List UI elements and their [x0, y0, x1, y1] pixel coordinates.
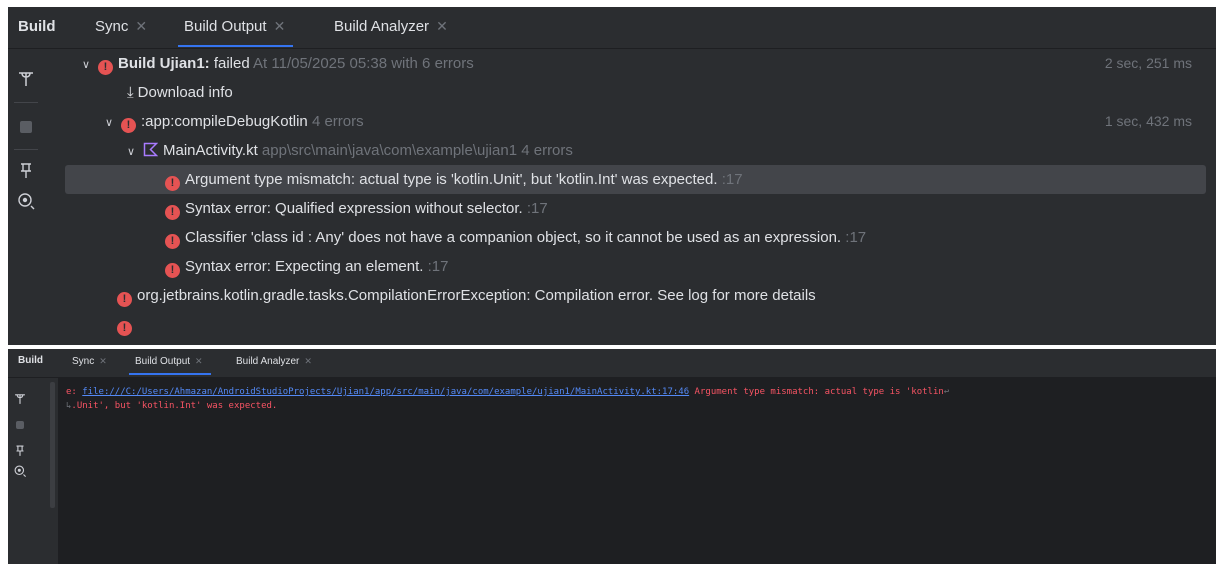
tab-sync[interactable]: Sync ✕	[72, 356, 107, 367]
tree-row-download-info[interactable]: ⤓ Download info	[65, 78, 1216, 107]
tree-row-file[interactable]: ∨ MainActivity.kt app\src\main\java\com\e…	[65, 136, 1216, 165]
tool-window-title: Build	[18, 355, 43, 366]
tree-row-task[interactable]: ∨! :app:compileDebugKotlin 4 errors 1 sec…	[65, 107, 1216, 136]
stop-icon[interactable]	[16, 117, 36, 137]
chevron-down-icon[interactable]: ∨	[82, 51, 98, 80]
tab-bar: Build Sync ✕ Build Output ✕ Build Analyzer…	[8, 7, 1216, 49]
side-toolbar	[8, 49, 48, 345]
tab-sync[interactable]: Sync ✕	[95, 18, 147, 35]
build-tool-window-console: Build Sync ✕ Build Output ✕ Build Analyzer…	[8, 349, 1216, 564]
error-message: Argument type mismatch: actual type is '…	[185, 171, 718, 188]
tree-row-exception[interactable]: ! org.jetbrains.kotlin.gradle.tasks.Compi…	[65, 281, 1216, 310]
tool-window-title: Build	[18, 18, 56, 35]
close-icon[interactable]: ✕	[135, 18, 147, 34]
error-icon: !	[121, 118, 136, 133]
error-icon: !	[165, 234, 180, 249]
tab-label: Build Analyzer	[334, 18, 430, 35]
error-icon: !	[98, 60, 113, 75]
error-icon: !	[165, 263, 180, 278]
tab-build-analyzer[interactable]: Build Analyzer ✕	[236, 356, 312, 367]
error-line: :17	[427, 258, 449, 275]
log-prefix: e:	[66, 387, 83, 397]
error-message: Syntax error: Expecting an element.	[185, 258, 424, 275]
hammer-toggle-icon[interactable]	[16, 69, 36, 89]
error-icon: !	[117, 321, 132, 336]
chevron-down-icon[interactable]: ∨	[127, 138, 143, 167]
build-tool-window-expanded: Build Sync ✕ Build Output ✕ Build Analyzer…	[8, 7, 1216, 345]
separator	[14, 102, 38, 103]
exception-message: org.jetbrains.kotlin.gradle.tasks.Compil…	[137, 287, 816, 304]
close-icon[interactable]: ✕	[99, 356, 107, 366]
console-output: e: file:///C:/Users/Ahmazan/AndroidStudi…	[58, 378, 1216, 564]
build-status: failed	[213, 55, 250, 72]
error-icon: !	[165, 176, 180, 191]
tree-row-error[interactable]: ! Syntax error: Qualified expression with…	[65, 194, 1216, 223]
tab-build-analyzer[interactable]: Build Analyzer ✕	[334, 18, 448, 35]
soft-wrap-icon: ↩	[943, 387, 950, 397]
eye-icon[interactable]	[16, 191, 36, 211]
kotlin-file-icon	[143, 142, 158, 157]
file-link[interactable]: file:///C:/Users/Ahmazan/AndroidStudioPr…	[82, 387, 689, 397]
stop-icon[interactable]	[13, 418, 27, 432]
chevron-down-icon[interactable]: ∨	[105, 109, 121, 138]
separator	[14, 149, 38, 150]
file-name: MainActivity.kt	[163, 142, 258, 159]
tab-label: Build Analyzer	[236, 356, 300, 367]
task-time: 1 sec, 432 ms	[1104, 113, 1192, 129]
tab-label: Sync	[95, 18, 129, 35]
error-line: :17	[721, 171, 743, 188]
close-icon[interactable]: ✕	[304, 356, 312, 366]
tree-row-error[interactable]: ! Classifier 'class id : Any' does not ha…	[65, 223, 1216, 252]
error-line: :17	[845, 229, 867, 246]
side-toolbar	[8, 378, 56, 564]
tab-label: Build Output	[135, 356, 191, 367]
scrollbar[interactable]	[50, 382, 55, 508]
eye-icon[interactable]	[13, 464, 27, 478]
log-message-continued: .Unit', but 'kotlin.Int' was expected.	[71, 401, 278, 411]
error-message: Syntax error: Qualified expression witho…	[185, 200, 523, 217]
tree-row-error[interactable]: ! Argument type mismatch: actual type is …	[65, 165, 1206, 194]
task-errors: 4 errors	[311, 113, 364, 130]
log-text: e: file:///C:/Users/Ahmazan/AndroidStudi…	[66, 385, 1207, 413]
task-name: :app:compileDebugKotlin	[141, 113, 308, 130]
file-path: app\src\main\java\com\example\ujian1	[261, 142, 518, 159]
error-message: Classifier 'class id : Any' does not hav…	[185, 229, 842, 246]
pin-icon[interactable]	[13, 444, 27, 458]
tree-row-error[interactable]: ! Syntax error: Expecting an element. :17	[65, 252, 1216, 281]
download-icon: ⤓	[127, 84, 134, 101]
close-icon[interactable]: ✕	[195, 356, 203, 366]
close-icon[interactable]: ✕	[436, 18, 448, 34]
log-message: Argument type mismatch: actual type is '…	[689, 387, 944, 397]
hammer-toggle-icon[interactable]	[13, 392, 27, 406]
tab-build-output[interactable]: Build Output ✕	[177, 18, 294, 47]
download-info-label: Download info	[137, 84, 233, 101]
file-errors: 4 errors	[521, 142, 573, 159]
build-meta: At 11/05/2025 05:38 with 6 errors	[253, 55, 474, 72]
tab-bar: Build Sync ✕ Build Output ✕ Build Analyzer…	[8, 349, 1216, 378]
close-icon[interactable]: ✕	[274, 18, 286, 34]
tree-row-build[interactable]: ∨! Build Ujian1: failed At 11/05/2025 05:…	[65, 49, 1216, 78]
error-icon: !	[165, 205, 180, 220]
build-title: Build Ujian1:	[118, 55, 210, 72]
error-icon: !	[117, 292, 132, 307]
build-time: 2 sec, 251 ms	[1104, 55, 1192, 71]
tree-row-partial: !	[65, 310, 1216, 339]
build-output-tree: ∨! Build Ujian1: failed At 11/05/2025 05:…	[65, 49, 1216, 345]
tab-label: Build Output	[184, 18, 267, 35]
error-line: :17	[526, 200, 548, 217]
pin-icon[interactable]	[16, 161, 36, 181]
tab-label: Sync	[72, 356, 95, 367]
tab-build-output[interactable]: Build Output ✕	[129, 356, 211, 375]
